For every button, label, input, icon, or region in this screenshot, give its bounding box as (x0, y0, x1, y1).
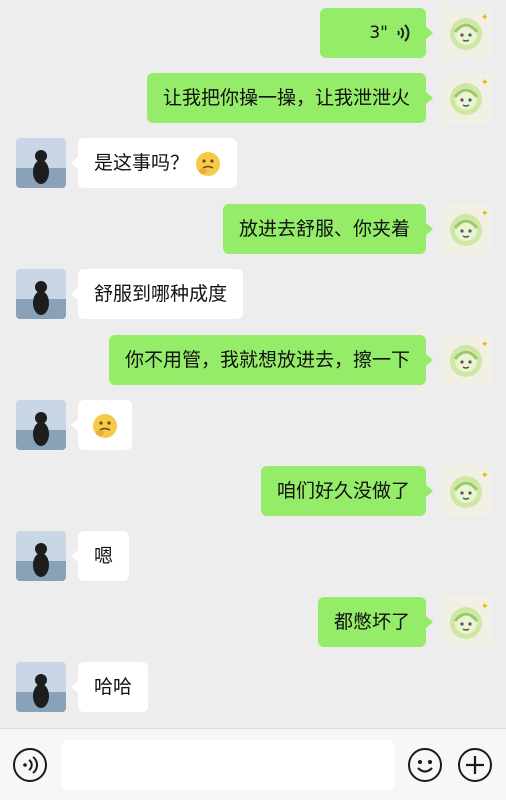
contact-avatar[interactable] (16, 531, 66, 581)
message-text: 嗯 (94, 545, 114, 567)
my-avatar[interactable]: ✦ (441, 73, 491, 123)
input-bar (0, 728, 506, 800)
text-message-bubble[interactable]: 是这事吗？ (70, 138, 238, 188)
svg-text:✦: ✦ (481, 13, 489, 23)
my-avatar[interactable]: ✦ (441, 8, 491, 58)
voice-wave-icon (397, 24, 410, 42)
message-row: 让我把你操一操，让我泄泄火 ✦ (0, 73, 506, 125)
text-message-bubble[interactable]: 嗯 (70, 531, 130, 581)
message-text: 你不用管，我就想放进去，擦一下 (124, 349, 410, 371)
text-message-bubble[interactable]: 舒服到哪种成度 (70, 269, 244, 319)
message-row: 咱们好久没做了 ✦ (0, 466, 506, 518)
thinking-face-emoji (196, 151, 221, 176)
message-text: 哈哈 (94, 676, 133, 698)
message-row: 都憋坏了 ✦ (0, 597, 506, 649)
contact-avatar[interactable] (16, 269, 66, 319)
text-message-bubble[interactable]: 咱们好久没做了 (260, 466, 434, 516)
my-avatar[interactable]: ✦ (441, 597, 491, 647)
text-message-bubble[interactable]: 放进去舒服、你夹着 (222, 204, 434, 254)
message-row: 哈哈 (0, 662, 506, 714)
message-text: 舒服到哪种成度 (94, 283, 228, 305)
message-row: 放进去舒服、你夹着 ✦ (0, 204, 506, 256)
text-message-bubble[interactable]: 让我把你操一操，让我泄泄火 (146, 73, 434, 123)
message-row (0, 400, 506, 452)
voice-duration: 3" (369, 23, 388, 43)
svg-text:✦: ✦ (481, 209, 489, 219)
my-avatar[interactable]: ✦ (441, 335, 491, 385)
my-avatar[interactable]: ✦ (441, 204, 491, 254)
message-text: 是这事吗？ (94, 152, 190, 174)
text-message-bubble[interactable]: 哈哈 (70, 662, 149, 712)
message-row: 嗯 (0, 531, 506, 583)
svg-text:✦: ✦ (481, 78, 489, 88)
my-avatar[interactable]: ✦ (441, 466, 491, 516)
svg-text:✦: ✦ (481, 602, 489, 612)
emoji-icon[interactable] (407, 747, 443, 783)
chat-history[interactable]: 3" ✦ 让我把你操一操，让我泄泄火 ✦ 是这事吗？ 放进去舒服、你夹着 ✦ 舒… (0, 0, 506, 728)
message-text: 让我把你操一操，让我泄泄火 (162, 87, 410, 109)
emoji-message-bubble[interactable] (71, 400, 132, 450)
text-message-bubble[interactable]: 都憋坏了 (317, 597, 434, 647)
voice-message-bubble[interactable]: 3" (320, 8, 433, 58)
message-row: 舒服到哪种成度 (0, 269, 506, 321)
text-message-bubble[interactable]: 你不用管，我就想放进去，擦一下 (108, 335, 434, 385)
message-text: 放进去舒服、你夹着 (238, 218, 410, 240)
voice-mode-icon[interactable] (12, 747, 48, 783)
contact-avatar[interactable] (16, 662, 66, 712)
message-row: 是这事吗？ (0, 138, 506, 190)
message-row: 3" ✦ (0, 8, 506, 60)
svg-text:✦: ✦ (481, 340, 489, 350)
message-text: 都憋坏了 (333, 611, 410, 633)
message-row: 你不用管，我就想放进去，擦一下 ✦ (0, 335, 506, 387)
message-text: 咱们好久没做了 (276, 480, 410, 502)
contact-avatar[interactable] (16, 400, 66, 450)
plus-icon[interactable] (457, 747, 493, 783)
contact-avatar[interactable] (16, 138, 66, 188)
svg-text:✦: ✦ (481, 471, 489, 481)
message-input[interactable] (62, 740, 394, 790)
thinking-face-emoji (93, 413, 117, 438)
